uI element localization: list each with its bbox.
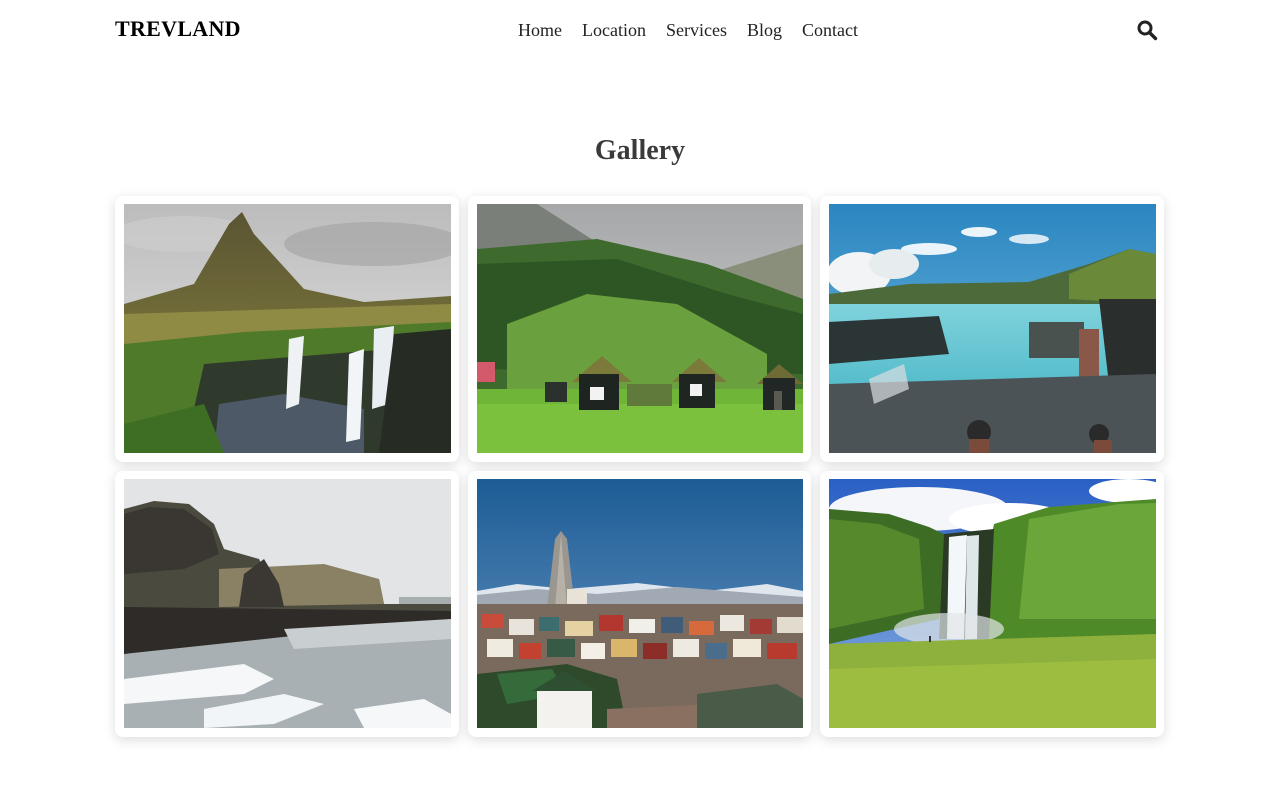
nav-link-blog[interactable]: Blog (747, 19, 782, 41)
gallery-card[interactable] (820, 471, 1164, 737)
gallery-card[interactable] (468, 471, 811, 737)
navbar: TREVLAND Home Location Services Blog Con… (0, 0, 1280, 62)
turf-houses-photo (477, 204, 803, 453)
nav-link-contact[interactable]: Contact (802, 19, 858, 41)
gallery-card[interactable] (115, 471, 459, 737)
geothermal-lagoon-photo (829, 204, 1156, 453)
gallery-title: Gallery (594, 135, 686, 166)
gallery-card[interactable] (820, 196, 1164, 462)
nav-menu: Home Location Services Blog Contact (518, 19, 858, 41)
search-button[interactable] (1136, 19, 1158, 41)
nav-link-home[interactable]: Home (518, 19, 562, 41)
gallery-card[interactable] (468, 196, 811, 462)
brand-logo[interactable]: TREVLAND (115, 16, 241, 42)
mountain-waterfall-photo (124, 204, 451, 453)
gallery-grid (115, 196, 1165, 737)
search-icon (1137, 20, 1158, 41)
gallery-card[interactable] (115, 196, 459, 462)
black-sand-beach-photo (124, 479, 451, 728)
waterfall-valley-photo (829, 479, 1156, 728)
city-church-skyline-photo (477, 479, 803, 728)
nav-link-services[interactable]: Services (666, 19, 727, 41)
nav-link-location[interactable]: Location (582, 19, 646, 41)
